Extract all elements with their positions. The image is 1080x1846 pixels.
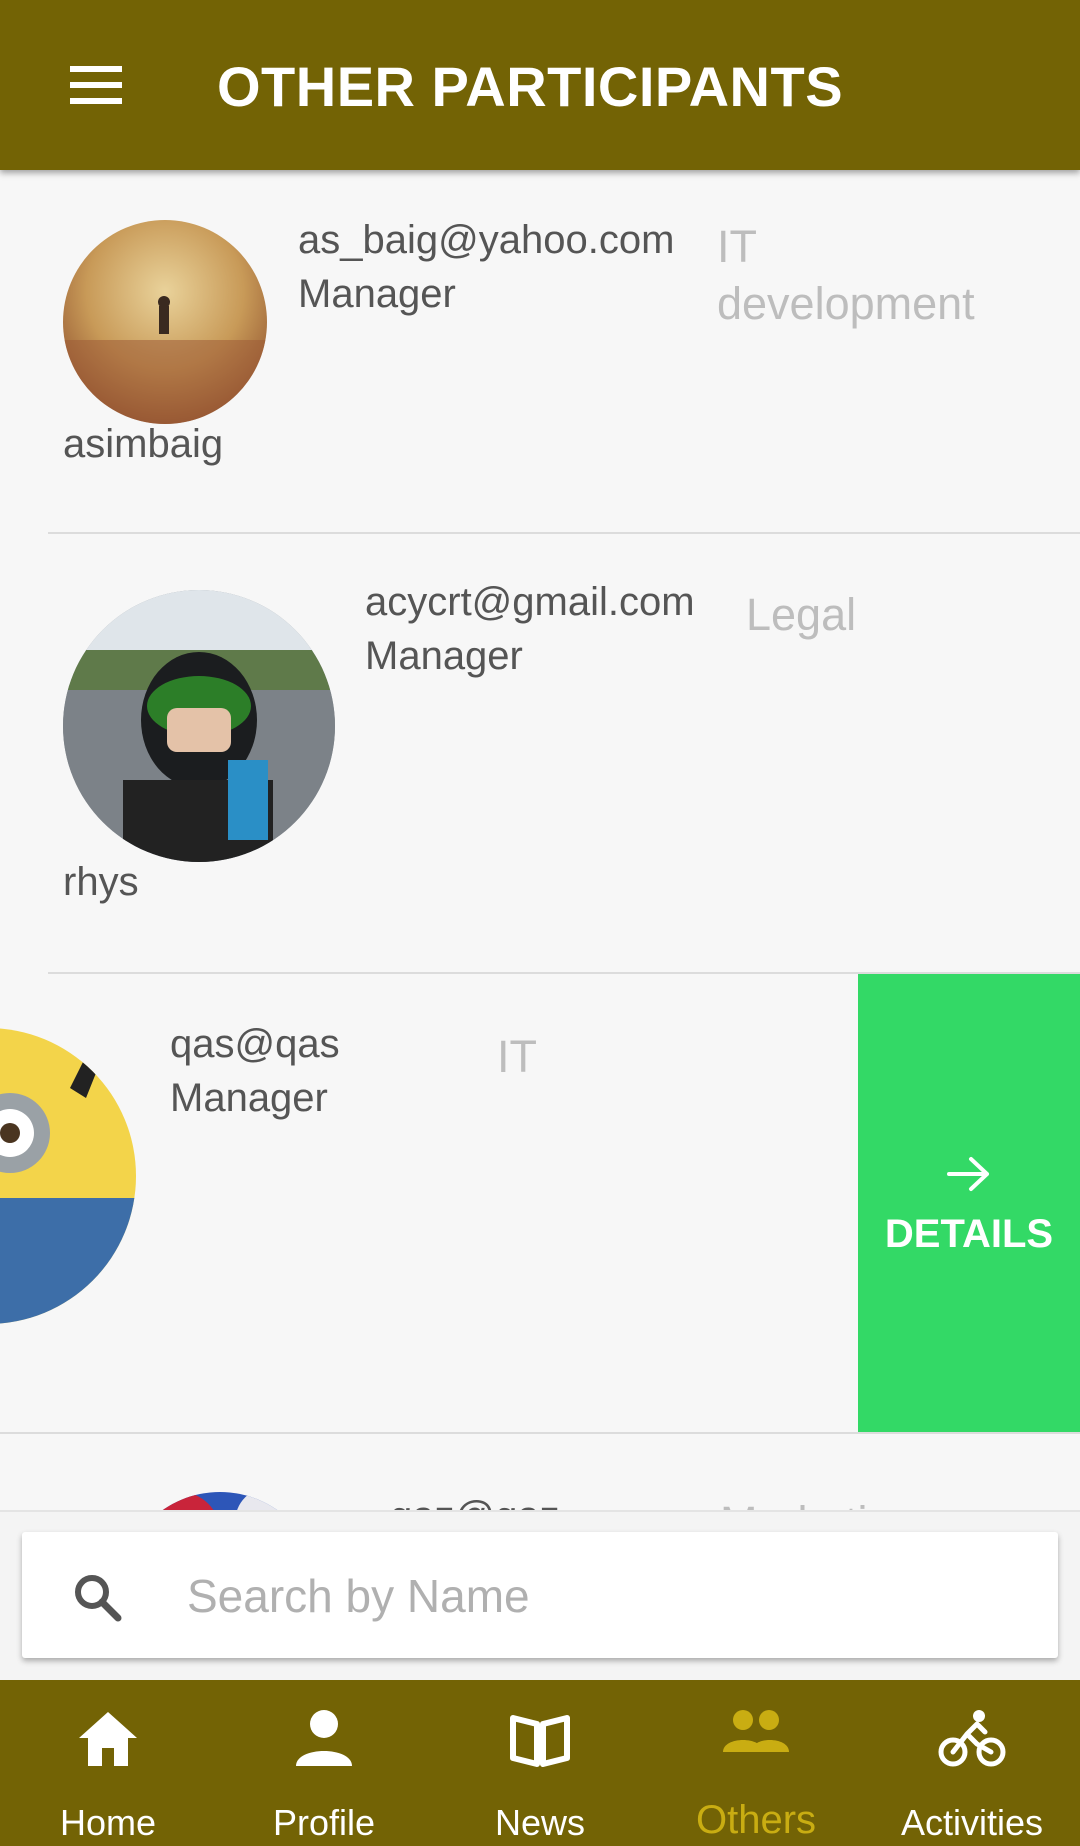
participant-department: Legal [746, 589, 857, 640]
nav-news[interactable]: News [432, 1680, 648, 1846]
list-item[interactable]: qaz@qaz Marketing [0, 1434, 1080, 1510]
nav-label: Home [59, 1802, 157, 1843]
hamburger-menu-icon [70, 66, 122, 72]
avatar [63, 220, 267, 424]
participant-role: Manager [170, 1076, 328, 1120]
participant-email: qas@qas [170, 1022, 340, 1066]
nav-label: Profile [272, 1802, 376, 1843]
search-icon [75, 1575, 122, 1622]
participant-department: IT development [717, 221, 975, 329]
search-bar-container [0, 1510, 1080, 1682]
search-input[interactable] [185, 1562, 1029, 1630]
page-title: OTHER PARTICIPANTS [217, 55, 844, 118]
details-button[interactable]: DETAILS [858, 974, 1080, 1432]
nav-others[interactable]: Others [648, 1680, 864, 1846]
bottom-navigation: Home Profile News Others Activities [0, 1680, 1080, 1846]
nav-activities[interactable]: Activities [864, 1680, 1080, 1846]
nav-label: Activities [900, 1802, 1044, 1843]
avatar [63, 590, 335, 862]
list-item[interactable]: rhys acycrt@gmail.com Manager Legal [0, 534, 1080, 972]
arrow-right-icon [947, 1157, 989, 1191]
nav-home[interactable]: Home [0, 1680, 216, 1846]
nav-profile[interactable]: Profile [216, 1680, 432, 1846]
participant-email: acycrt@gmail.com [365, 580, 695, 624]
avatar [120, 1492, 320, 1510]
book-icon [510, 1715, 570, 1767]
participant-email: as_baig@yahoo.com [298, 218, 675, 262]
search-box[interactable] [22, 1532, 1058, 1658]
list-item[interactable]: asimbaig as_baig@yahoo.com Manager IT de… [0, 170, 1080, 534]
participant-department: IT [497, 1031, 537, 1082]
avatar [0, 1028, 136, 1324]
participant-name: asimbaig [63, 422, 224, 466]
people-icon [723, 1710, 789, 1752]
participant-role: Manager [298, 272, 456, 316]
home-icon [79, 1712, 137, 1766]
person-icon [296, 1710, 352, 1766]
menu-button[interactable] [60, 58, 130, 112]
participant-email: qaz@qaz [390, 1494, 560, 1510]
participant-role: Manager [365, 634, 523, 678]
participant-name: rhys [63, 860, 139, 904]
details-label: DETAILS [884, 1212, 1054, 1256]
bicycle-icon [938, 1710, 1006, 1767]
app-bar: OTHER PARTICIPANTS [0, 0, 1080, 170]
nav-label: Others [695, 1798, 817, 1842]
participant-department: Marketing [720, 1494, 1020, 1510]
nav-label: News [494, 1802, 586, 1843]
